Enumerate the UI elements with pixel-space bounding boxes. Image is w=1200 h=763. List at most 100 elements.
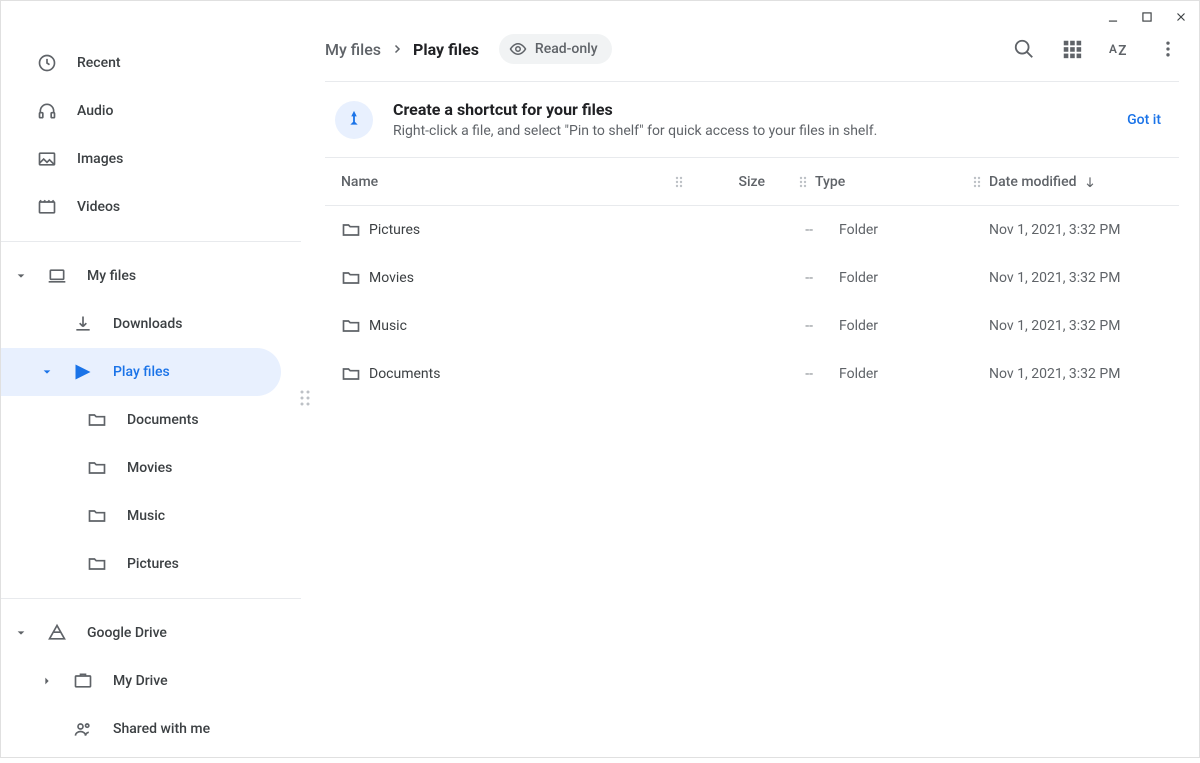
chevron-down-icon (41, 367, 53, 377)
row-size: -- (739, 366, 839, 382)
folder-icon (87, 554, 107, 574)
sidebar-item-label: Pictures (127, 556, 179, 572)
row-type: Folder (839, 318, 989, 334)
window-minimize-button[interactable] (1104, 8, 1122, 26)
row-date: Nov 1, 2021, 3:32 PM (989, 270, 1169, 286)
sidebar-item-myfiles[interactable]: My files (1, 252, 281, 300)
sidebar-item-movies[interactable]: Movies (1, 444, 281, 492)
table-header: Name Size Type Date modified (325, 158, 1179, 206)
banner-desc: Right-click a file, and select "Pin to s… (393, 123, 877, 139)
column-type-header[interactable]: Type (815, 174, 965, 190)
play-icon (73, 362, 93, 382)
headset-icon (37, 101, 57, 121)
search-button[interactable] (1013, 38, 1035, 60)
folder-icon (335, 220, 369, 240)
chevron-right-icon (41, 676, 53, 686)
svg-text:Z: Z (1118, 43, 1126, 59)
row-type: Folder (839, 270, 989, 286)
pin-banner: Create a shortcut for your files Right-c… (325, 82, 1179, 158)
file-list: Pictures -- Folder Nov 1, 2021, 3:32 PM … (325, 206, 1179, 398)
sidebar-item-music[interactable]: Music (1, 492, 281, 540)
breadcrumb: My files Play files (325, 40, 479, 59)
sidebar-item-my-drive[interactable]: My Drive (1, 657, 281, 705)
sidebar-item-label: Shared with me (113, 721, 210, 737)
table-row[interactable]: Documents -- Folder Nov 1, 2021, 3:32 PM (325, 350, 1179, 398)
table-row[interactable]: Pictures -- Folder Nov 1, 2021, 3:32 PM (325, 206, 1179, 254)
column-grip-icon[interactable] (791, 176, 815, 188)
readonly-label: Read-only (535, 41, 598, 57)
view-grid-button[interactable] (1061, 38, 1083, 60)
column-date-header[interactable]: Date modified (989, 174, 1169, 190)
sidebar-item-playfiles[interactable]: Play files (1, 348, 281, 396)
sidebar-item-pictures[interactable]: Pictures (1, 540, 281, 588)
drive-icon (47, 623, 67, 643)
eye-icon (509, 40, 527, 58)
folder-icon (335, 316, 369, 336)
image-icon (37, 149, 57, 169)
column-grip-icon[interactable] (667, 176, 691, 188)
mydrive-icon (73, 671, 93, 691)
column-grip-icon[interactable] (965, 176, 989, 188)
row-name: Movies (369, 270, 739, 286)
sidebar-item-label: Downloads (113, 316, 182, 332)
sidebar-item-label: Play files (113, 364, 170, 380)
column-name-header[interactable]: Name (341, 174, 378, 190)
sidebar-item-label: Videos (77, 199, 120, 215)
row-name: Documents (369, 366, 739, 382)
readonly-chip: Read-only (499, 34, 612, 64)
row-name: Music (369, 318, 739, 334)
sidebar-item-downloads[interactable]: Downloads (1, 300, 281, 348)
banner-title: Create a shortcut for your files (393, 100, 877, 119)
folder-icon (87, 506, 107, 526)
row-size: -- (739, 270, 839, 286)
row-type: Folder (839, 366, 989, 382)
sidebar-item-recent[interactable]: Recent (1, 39, 281, 87)
sidebar-item-label: Google Drive (87, 625, 167, 641)
chevron-down-icon (15, 271, 27, 281)
folder-icon (87, 458, 107, 478)
sidebar-item-label: My files (87, 268, 136, 284)
sidebar-item-images[interactable]: Images (1, 135, 281, 183)
column-size-header[interactable]: Size (691, 174, 791, 190)
chevron-down-icon (15, 628, 27, 638)
chevron-right-icon (391, 43, 403, 55)
table-row[interactable]: Movies -- Folder Nov 1, 2021, 3:32 PM (325, 254, 1179, 302)
row-size: -- (739, 318, 839, 334)
sidebar-item-label: My Drive (113, 673, 168, 689)
sidebar-item-label: Documents (127, 412, 199, 428)
film-icon (37, 197, 57, 217)
row-date: Nov 1, 2021, 3:32 PM (989, 318, 1169, 334)
sidebar: Recent Audio Images Videos (1, 1, 301, 757)
laptop-icon (47, 266, 67, 286)
banner-gotit-button[interactable]: Got it (1127, 112, 1169, 128)
folder-icon (335, 364, 369, 384)
sidebar-item-videos[interactable]: Videos (1, 183, 281, 231)
sidebar-item-shared[interactable]: Shared with me (1, 705, 281, 753)
folder-icon (335, 268, 369, 288)
sidebar-item-audio[interactable]: Audio (1, 87, 281, 135)
people-icon (73, 719, 93, 739)
row-type: Folder (839, 222, 989, 238)
breadcrumb-current: Play files (413, 40, 479, 59)
sidebar-item-label: Recent (77, 55, 121, 71)
sort-desc-icon (1083, 175, 1097, 189)
download-icon (73, 314, 93, 334)
sidebar-item-documents[interactable]: Documents (1, 396, 281, 444)
sidebar-item-label: Movies (127, 460, 172, 476)
main-panel: My files Play files Read-only (301, 1, 1199, 757)
more-menu-button[interactable] (1157, 38, 1179, 60)
svg-text:A: A (1109, 42, 1117, 56)
window-close-button[interactable] (1172, 8, 1190, 26)
folder-icon (87, 410, 107, 430)
sort-button[interactable]: AZ (1109, 38, 1131, 60)
sidebar-item-google-drive[interactable]: Google Drive (1, 609, 281, 657)
row-name: Pictures (369, 222, 739, 238)
sidebar-item-label: Music (127, 508, 165, 524)
table-row[interactable]: Music -- Folder Nov 1, 2021, 3:32 PM (325, 302, 1179, 350)
breadcrumb-parent[interactable]: My files (325, 40, 381, 59)
sidebar-item-label: Audio (77, 103, 113, 119)
window-maximize-button[interactable] (1138, 8, 1156, 26)
clock-icon (37, 53, 57, 73)
row-size: -- (739, 222, 839, 238)
sidebar-item-label: Images (77, 151, 123, 167)
